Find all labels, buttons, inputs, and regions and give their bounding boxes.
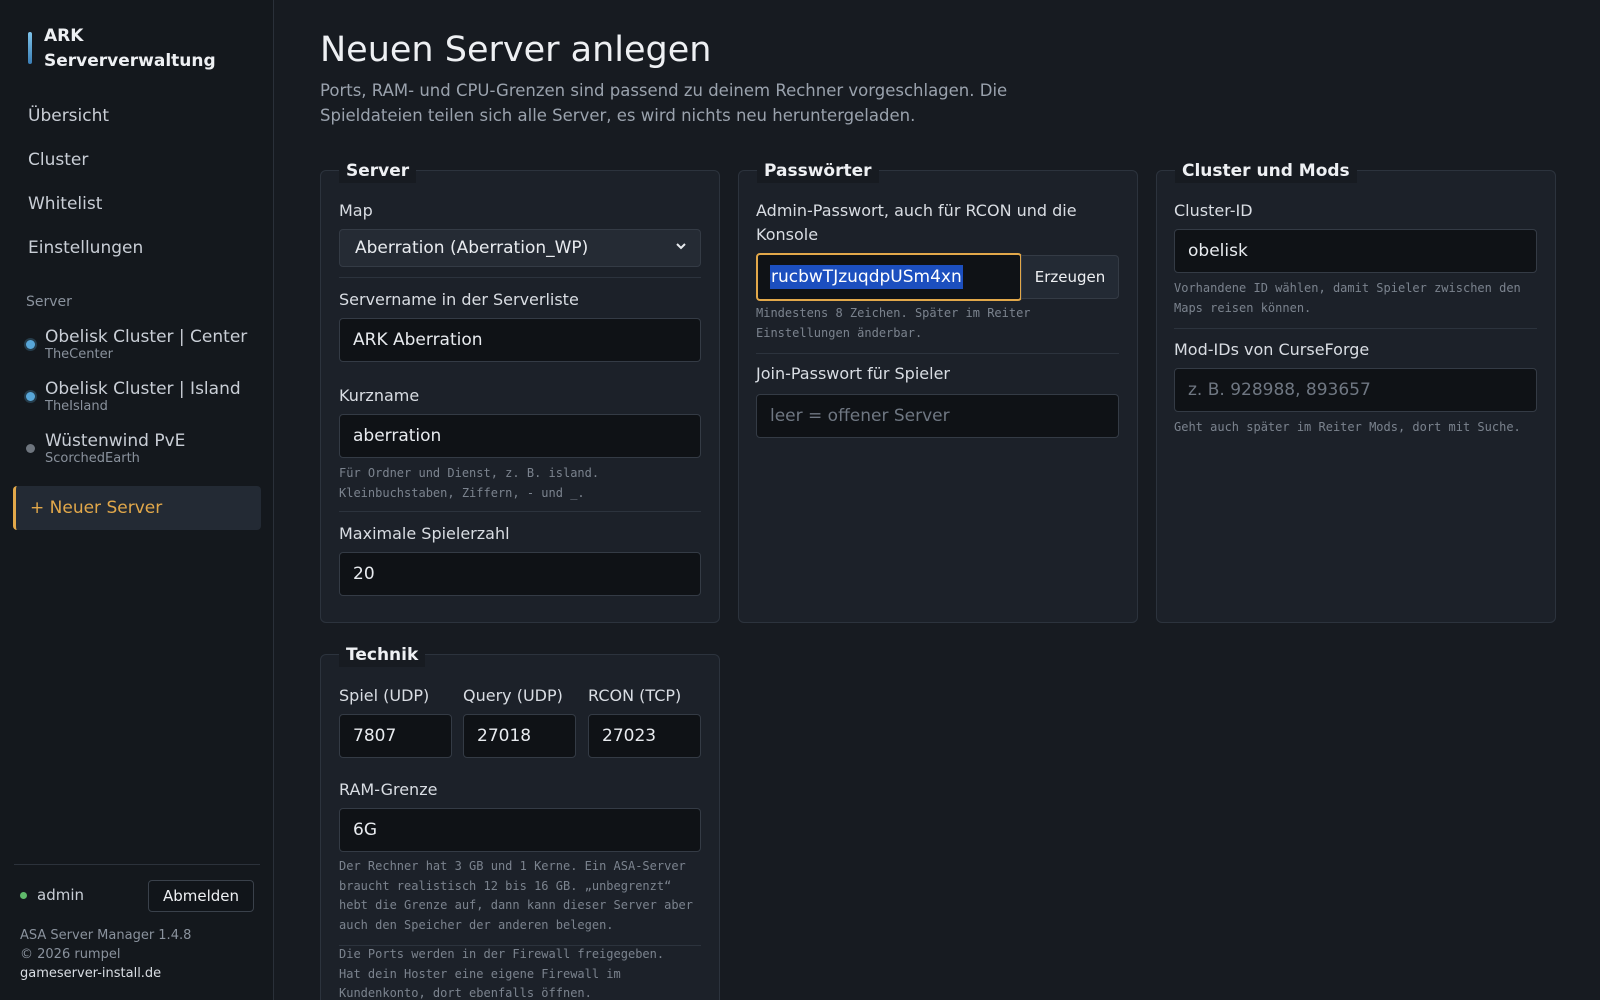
- brand-title: ARK Serververwaltung: [44, 26, 216, 71]
- nav-item-overview[interactable]: Übersicht: [14, 94, 260, 138]
- admin-password-input[interactable]: rucbwTJzuqdpUSm4xn: [756, 253, 1022, 301]
- join-password-input[interactable]: leer = offener Server: [756, 394, 1119, 438]
- short-name-input[interactable]: aberration: [339, 414, 701, 458]
- chevron-down-icon: [674, 239, 688, 253]
- rcon-port-input[interactable]: 27023: [588, 714, 701, 758]
- brand: ARK Serververwaltung: [28, 24, 216, 74]
- short-name-label: Kurzname: [339, 386, 420, 405]
- status-dot-icon: [26, 392, 35, 401]
- server-list: Obelisk Cluster | Center TheCenter Obeli…: [14, 326, 260, 482]
- server-map: TheCenter: [45, 347, 113, 362]
- copyright: © 2026 rumpel: [20, 947, 121, 962]
- nav-item-settings[interactable]: Einstellungen: [14, 226, 260, 270]
- online-dot-icon: [20, 891, 27, 899]
- max-players-label: Maximale Spielerzahl: [339, 524, 510, 543]
- app-version: ASA Server Manager 1.4.8: [20, 928, 192, 943]
- join-password-label: Join-Passwort für Spieler: [756, 364, 950, 383]
- nav-item-cluster[interactable]: Cluster: [14, 138, 260, 182]
- short-name-help: Für Ordner und Dienst, z. B. island. Kle…: [339, 466, 600, 500]
- server-item-center[interactable]: Obelisk Cluster | Center TheCenter: [14, 326, 260, 378]
- cluster-id-help: Vorhandene ID wählen, damit Spieler zwis…: [1174, 281, 1521, 315]
- status-dot-icon: [26, 340, 35, 349]
- server-item-island[interactable]: Obelisk Cluster | Island TheIsland: [14, 378, 260, 430]
- server-name: Obelisk Cluster | Island: [45, 379, 241, 399]
- page-subtitle: Ports, RAM- und CPU-Grenzen sind passend…: [320, 81, 1008, 125]
- server-name: Wüstenwind PvE: [45, 431, 186, 451]
- website-link[interactable]: gameserver-install.de: [20, 964, 191, 983]
- server-section-label: Server: [26, 294, 72, 310]
- query-port-label: Query (UDP): [463, 686, 563, 705]
- new-server-nav-item[interactable]: + Neuer Server: [13, 486, 261, 530]
- game-port-label: Spiel (UDP): [339, 686, 430, 705]
- brand-logo: [28, 32, 32, 64]
- ram-limit-input[interactable]: 6G: [339, 808, 701, 852]
- card-title: Server: [339, 159, 417, 183]
- username: admin: [37, 886, 84, 904]
- ram-limit-help: Der Rechner hat 3 GB und 1 Kerne. Ein AS…: [339, 859, 694, 932]
- mod-ids-label: Mod-IDs von CurseForge: [1174, 340, 1370, 359]
- mod-ids-help: Geht auch später im Reiter Mods, dort mi…: [1174, 420, 1521, 434]
- divider: [339, 511, 701, 512]
- rcon-port-label: RCON (TCP): [588, 686, 682, 705]
- cluster-id-label: Cluster-ID: [1174, 201, 1253, 220]
- divider: [1174, 328, 1537, 329]
- divider: [339, 277, 701, 278]
- firewall-help: Die Ports werden in der Firewall freigeg…: [339, 947, 665, 1000]
- card-title: Passwörter: [757, 159, 879, 183]
- ram-limit-label: RAM-Grenze: [339, 780, 438, 799]
- main-nav: Übersicht Cluster Whitelist Einstellunge…: [14, 94, 260, 270]
- admin-password-value: rucbwTJzuqdpUSm4xn: [770, 265, 963, 289]
- map-select[interactable]: Aberration (Aberration_WP): [339, 229, 701, 267]
- server-map: ScorchedEarth: [45, 451, 140, 466]
- page-title: Neuen Server anlegen: [320, 30, 712, 70]
- cluster-id-input[interactable]: obelisk: [1174, 229, 1537, 273]
- server-name: Obelisk Cluster | Center: [45, 327, 248, 347]
- logout-button[interactable]: Abmelden: [148, 880, 254, 912]
- map-select-value: Aberration (Aberration_WP): [355, 238, 589, 258]
- card-title: Technik: [339, 643, 426, 667]
- admin-password-help: Mindestens 8 Zeichen. Später im Reiter E…: [756, 306, 1031, 340]
- mod-ids-input[interactable]: z. B. 928988, 893657: [1174, 368, 1537, 412]
- query-port-input[interactable]: 27018: [463, 714, 576, 758]
- admin-password-label: Admin-Passwort, auch für RCON und die Ko…: [756, 201, 1077, 244]
- divider: [756, 353, 1119, 354]
- status-dot-icon: [26, 444, 35, 453]
- card-title: Cluster und Mods: [1175, 159, 1357, 183]
- server-map: TheIsland: [45, 399, 108, 414]
- server-item-wuestenwind[interactable]: Wüstenwind PvE ScorchedEarth: [14, 430, 260, 482]
- generate-password-button[interactable]: Erzeugen: [1021, 255, 1119, 299]
- sidebar: ARK Serververwaltung Übersicht Cluster W…: [0, 0, 274, 1000]
- current-user: admin: [20, 886, 84, 904]
- sidebar-divider: [14, 864, 260, 865]
- map-label: Map: [339, 201, 373, 220]
- server-name-input[interactable]: ARK Aberration: [339, 318, 701, 362]
- max-players-input[interactable]: 20: [339, 552, 701, 596]
- nav-item-whitelist[interactable]: Whitelist: [14, 182, 260, 226]
- server-name-label: Servername in der Serverliste: [339, 290, 579, 309]
- footer: ASA Server Manager 1.4.8 © 2026 rumpel g…: [20, 926, 191, 983]
- game-port-input[interactable]: 7807: [339, 714, 452, 758]
